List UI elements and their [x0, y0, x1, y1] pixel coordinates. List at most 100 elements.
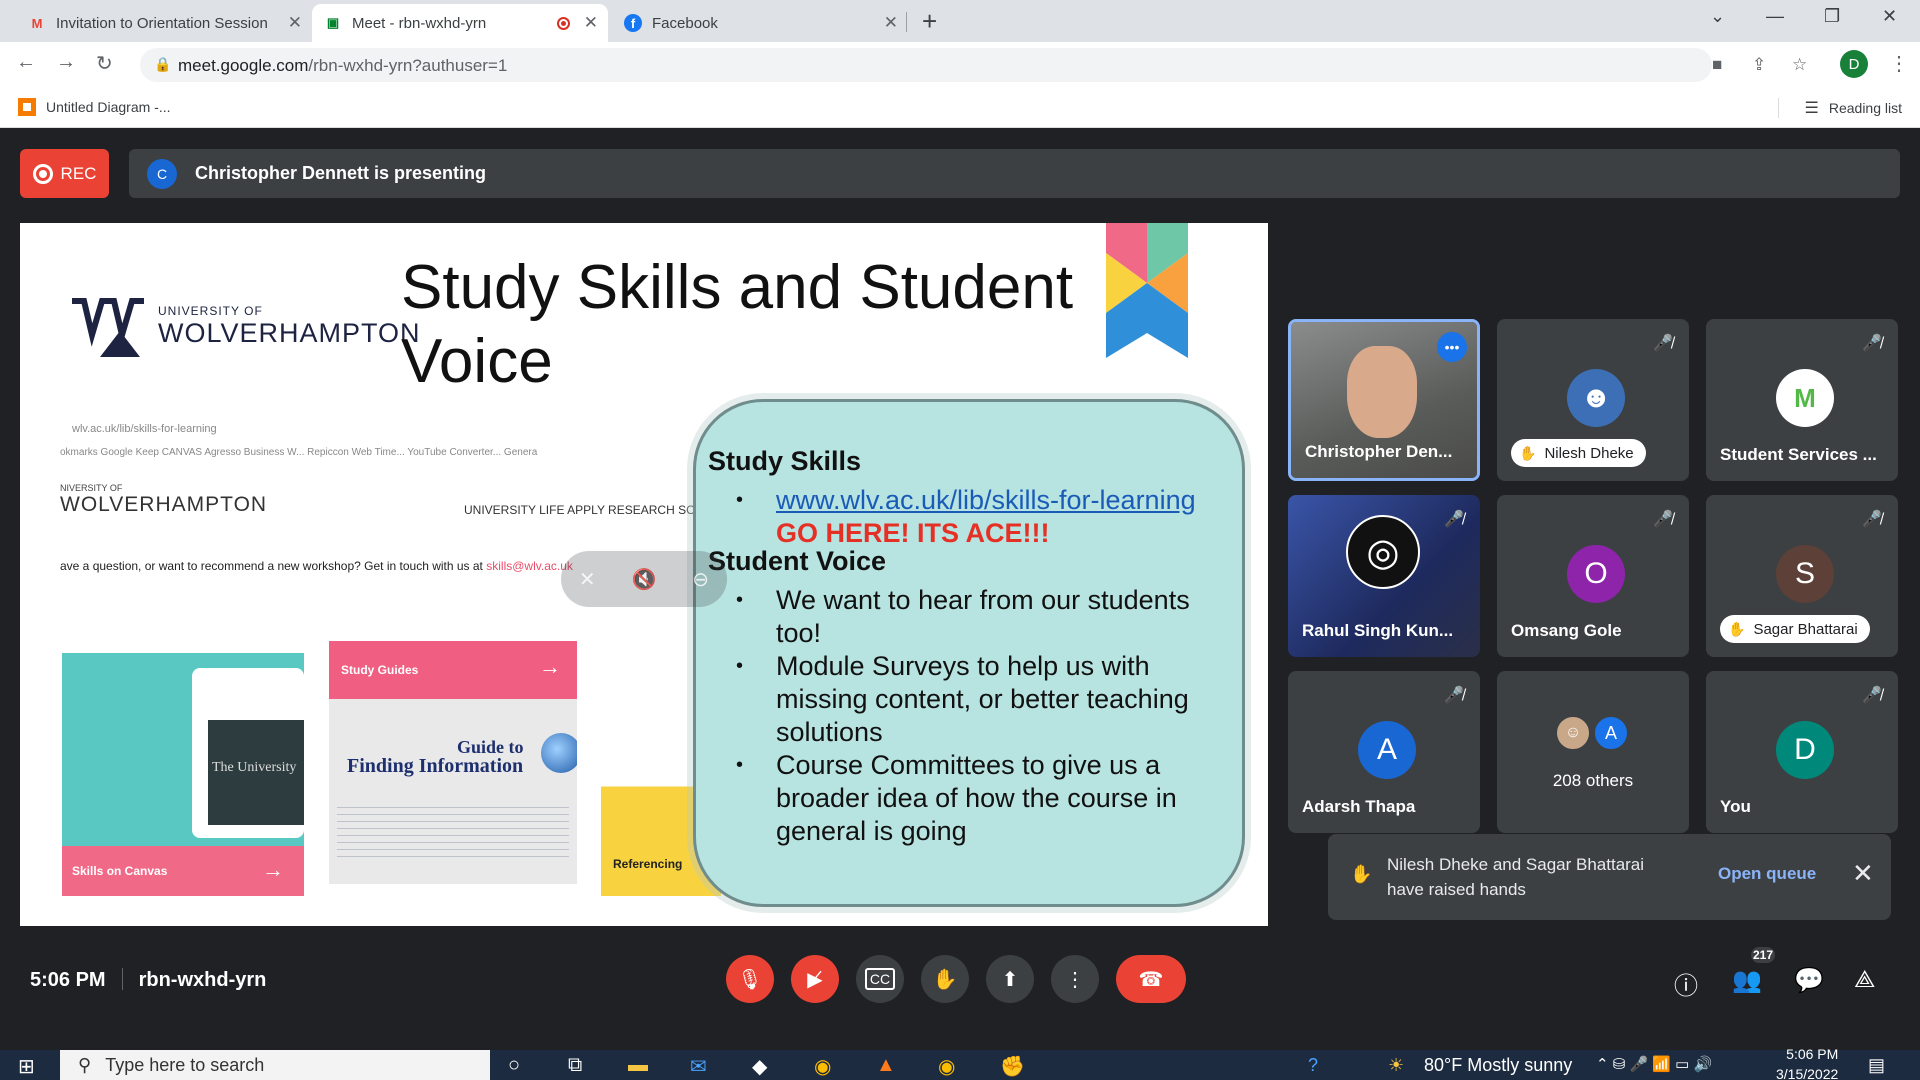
participant-count-badge: 217	[1749, 945, 1777, 965]
dropbox-icon[interactable]: ◆	[752, 1054, 767, 1079]
tab-search-icon[interactable]: ⌄	[1710, 6, 1725, 27]
study-skills-list: www.wlv.ac.uk/lib/skills-for-learning GO…	[736, 484, 1226, 550]
profile-avatar[interactable]: D	[1840, 50, 1868, 78]
student-voice-heading: Student Voice	[708, 546, 887, 576]
close-tab-icon[interactable]: ✕	[288, 13, 302, 33]
back-icon[interactable]: ←	[16, 51, 36, 74]
participant-tile[interactable]: 🎤̸ O Omsang Gole	[1497, 495, 1689, 657]
skills-on-canvas-card: The University Skills on Canvas →	[62, 653, 304, 896]
mic-off-icon: 🎤̸	[1653, 511, 1673, 528]
captions-button[interactable]: CC	[856, 955, 904, 1003]
browser-menu-icon[interactable]: ⋮	[1889, 51, 1909, 76]
arrow-right-icon: →	[539, 654, 561, 679]
url-host: meet.google.com	[178, 56, 309, 75]
recording-indicator-icon	[557, 17, 570, 30]
clock-date: 3/15/2022	[1776, 1066, 1839, 1080]
weather-text[interactable]: 80°F Mostly sunny	[1424, 1055, 1572, 1076]
participant-tile[interactable]: 🎤̸ S ✋ Sagar Bhattarai	[1706, 495, 1898, 657]
card-label: Referencing	[613, 857, 683, 871]
app-icon[interactable]: ✊	[1000, 1054, 1025, 1079]
toast-message: Nilesh Dheke and Sagar Bhattarai have ra…	[1387, 855, 1645, 899]
task-view-icon[interactable]: ⧉	[568, 1054, 582, 1077]
system-tray-icons[interactable]: ⌃ ⛁ 🎤 📶 ▭ 🔊	[1596, 1055, 1712, 1073]
pin-off-icon[interactable]: ✕	[579, 567, 596, 592]
recording-button[interactable]: REC	[20, 149, 109, 198]
help-icon[interactable]: ?	[1308, 1055, 1318, 1076]
self-tile[interactable]: 🎤̸ D You	[1706, 671, 1898, 833]
cortana-icon[interactable]: ○	[508, 1054, 520, 1077]
mic-off-icon: 🎤̸	[1862, 511, 1882, 528]
chat-icon[interactable]: 💬	[1794, 966, 1824, 995]
chrome-icon[interactable]: ◉	[814, 1054, 831, 1079]
reload-icon[interactable]: ↻	[96, 51, 113, 76]
participant-name: You	[1720, 797, 1751, 816]
participant-avatar: S	[1776, 545, 1834, 603]
chrome-profile-icon[interactable]: ◉	[938, 1054, 955, 1079]
record-icon	[32, 163, 53, 184]
mic-off-button[interactable]: 🎙	[726, 955, 774, 1003]
present-icon: ⬆	[1001, 968, 1019, 991]
meeting-details-icon[interactable]: ⓘ	[1674, 966, 1698, 1001]
raise-hand-button[interactable]: ✋	[921, 955, 969, 1003]
participant-name: Omsang Gole	[1511, 621, 1622, 640]
participant-avatar: ☻	[1567, 369, 1625, 427]
close-tab-icon[interactable]: ✕	[584, 13, 598, 33]
skills-link[interactable]: www.wlv.ac.uk/lib/skills-for-learning	[776, 485, 1196, 515]
tab-meet[interactable]: ▣ Meet - rbn-wxhd-yrn ✕	[312, 4, 608, 42]
remove-icon[interactable]: ⊖	[692, 567, 709, 592]
participant-avatar: O	[1567, 545, 1625, 603]
lock-icon: 🔒	[154, 56, 172, 72]
forward-icon[interactable]: →	[56, 51, 76, 74]
reading-list-icon: ☰	[1804, 100, 1819, 117]
camera-off-button[interactable]: ▶̸	[791, 955, 839, 1003]
bookmark-item[interactable]: Untitled Diagram -...	[18, 98, 170, 116]
others-tile[interactable]: ☺ A 208 others	[1497, 671, 1689, 833]
participant-name: Rahul Singh Kun...	[1302, 621, 1454, 640]
speaking-indicator-icon: •••	[1437, 332, 1467, 362]
present-button[interactable]: ⬆	[986, 955, 1034, 1003]
mic-off-icon: 🎤̸	[1444, 511, 1464, 528]
restore-button[interactable]: ❐	[1824, 6, 1840, 27]
laptop-screen-text: The University	[208, 720, 304, 825]
presenting-text: Christopher Dennett is presenting	[195, 163, 487, 183]
share-icon[interactable]: ⇪	[1752, 55, 1766, 75]
bookmark-star-icon[interactable]: ☆	[1792, 55, 1807, 75]
taskbar-clock[interactable]: 5:06 PM 3/15/2022	[1776, 1044, 1838, 1080]
tab-gmail[interactable]: M Invitation to Orientation Session ✕	[16, 4, 312, 42]
participant-tile[interactable]: ••• Christopher Den...	[1288, 319, 1480, 481]
list-item: Course Committees to give us a broader i…	[736, 749, 1226, 848]
taskbar-search[interactable]: ⚲ Type here to search	[60, 1050, 490, 1080]
windows-start-icon[interactable]: ⊞	[18, 1054, 35, 1079]
mute-icon[interactable]: 🔇	[632, 567, 657, 592]
tab-facebook[interactable]: f Facebook ✕	[612, 4, 908, 42]
close-icon[interactable]: ✕	[1852, 858, 1874, 889]
address-bar[interactable]: 🔒 meet.google.com/rbn-wxhd-yrn?authuser=…	[140, 48, 1807, 82]
close-tab-icon[interactable]: ✕	[884, 13, 898, 33]
card-label: Skills on Canvas	[72, 864, 168, 878]
name-pill: ✋ Sagar Bhattarai	[1720, 615, 1870, 643]
browser-toolbar: ← → ↻ 🔒 meet.google.com/rbn-wxhd-yrn?aut…	[0, 42, 1920, 88]
participant-tile[interactable]: 🎤̸ ◎ Rahul Singh Kun...	[1288, 495, 1480, 657]
leave-call-button[interactable]: ☎	[1116, 955, 1186, 1003]
file-explorer-icon[interactable]: ▬	[628, 1054, 648, 1077]
audacity-icon[interactable]: ▲	[876, 1054, 896, 1077]
activities-icon[interactable]: ⟁	[1854, 966, 1875, 994]
notifications-icon[interactable]: ▤	[1868, 1055, 1885, 1076]
people-icon[interactable]: 👥	[1732, 966, 1762, 995]
more-options-button[interactable]: ⋮	[1051, 955, 1099, 1003]
participant-tile[interactable]: 🎤̸ A Adarsh Thapa	[1288, 671, 1480, 833]
reading-list-button[interactable]: ☰ Reading list	[1805, 98, 1903, 118]
participant-name: Nilesh Dheke	[1544, 444, 1634, 462]
new-tab-button[interactable]: +	[922, 6, 937, 37]
participant-tile[interactable]: 🎤̸ M Student Services ...	[1706, 319, 1898, 481]
participant-tile[interactable]: 🎤̸ ☻ ✋ Nilesh Dheke	[1497, 319, 1689, 481]
mail-icon[interactable]: ✉	[690, 1054, 707, 1079]
close-window-button[interactable]: ✕	[1882, 6, 1897, 27]
clock-time: 5:06 PM	[1786, 1046, 1839, 1062]
reading-list-label: Reading list	[1828, 100, 1902, 116]
open-queue-button[interactable]: Open queue	[1718, 864, 1816, 884]
windows-taskbar: ⊞ ⚲ Type here to search ○ ⧉ ▬ ✉ ◆ ◉ ▲ ◉ …	[0, 1046, 1920, 1080]
camera-icon[interactable]: ■	[1712, 55, 1722, 75]
mic-off-icon: 🎤̸	[1653, 335, 1673, 352]
minimize-button[interactable]: —	[1766, 6, 1784, 27]
